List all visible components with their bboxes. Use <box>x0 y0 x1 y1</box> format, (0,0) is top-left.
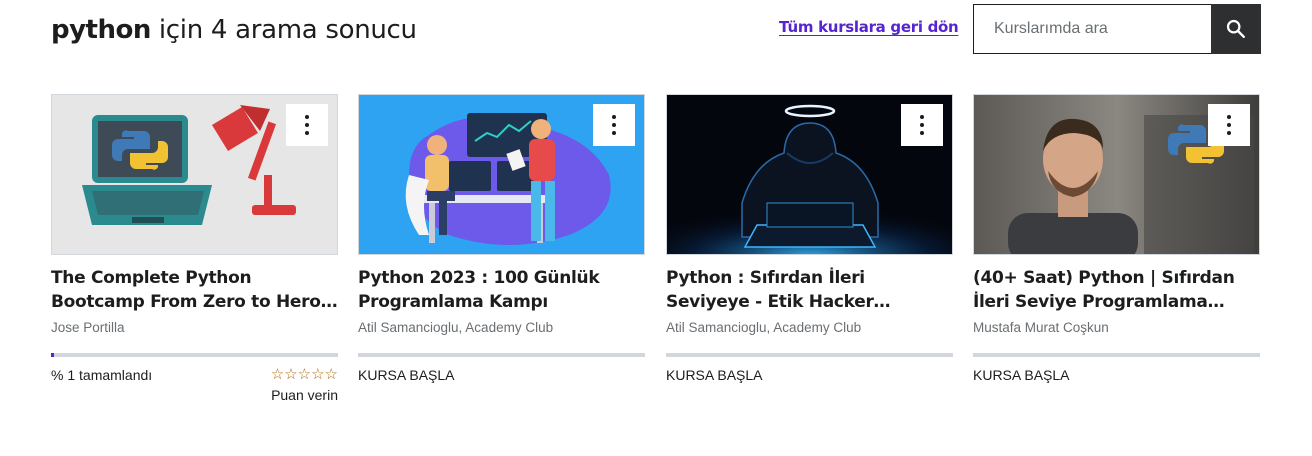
course-title[interactable]: (40+ Saat) Python | Sıfırdan İleri Seviy… <box>973 266 1260 314</box>
search-query: python <box>51 15 151 45</box>
results-heading: python için 4 arama sonucu <box>51 12 417 48</box>
course-card[interactable]: (40+ Saat) Python | Sıfırdan İleri Seviy… <box>973 94 1260 383</box>
start-course-link[interactable]: KURSA BAŞLA <box>973 367 1070 383</box>
course-title[interactable]: Python 2023 : 100 Günlük Programlama Kam… <box>358 266 645 314</box>
course-card[interactable]: Python 2023 : 100 Günlük Programlama Kam… <box>358 94 645 383</box>
kebab-dot <box>612 115 616 119</box>
search-button[interactable] <box>1211 4 1261 54</box>
start-course-link[interactable]: KURSA BAŞLA <box>358 367 455 383</box>
search-icon <box>1226 19 1245 38</box>
course-card[interactable]: Python : Sıfırdan İleri Seviyeye - Etik … <box>666 94 953 383</box>
kebab-dot <box>920 131 924 135</box>
kebab-dot <box>305 131 309 135</box>
kebab-dot <box>612 131 616 135</box>
course-options-button[interactable] <box>286 104 328 146</box>
course-author: Atil Samancioglu, Academy Club <box>666 320 862 335</box>
kebab-dot <box>920 115 924 119</box>
kebab-dot <box>920 123 924 127</box>
course-progress-text: % 1 tamamlandı <box>51 367 153 383</box>
course-options-button[interactable] <box>901 104 943 146</box>
star-rating-icon[interactable]: ☆☆☆☆☆ <box>271 367 338 383</box>
course-title[interactable]: Python : Sıfırdan İleri Seviyeye - Etik … <box>666 266 953 314</box>
course-thumbnail[interactable] <box>51 94 338 255</box>
kebab-dot <box>305 115 309 119</box>
search-input[interactable] <box>973 4 1211 54</box>
kebab-dot <box>612 123 616 127</box>
course-card[interactable]: The Complete Python Bootcamp From Zero t… <box>51 94 338 403</box>
results-count-text: için 4 arama sonucu <box>158 15 417 45</box>
kebab-dot <box>1227 131 1231 135</box>
start-course-link[interactable]: KURSA BAŞLA <box>666 367 763 383</box>
course-progress-bar <box>358 353 645 357</box>
course-options-button[interactable] <box>593 104 635 146</box>
course-progress-bar <box>666 353 953 357</box>
course-progress-fill <box>51 353 55 357</box>
course-thumbnail[interactable] <box>973 94 1260 255</box>
course-title[interactable]: The Complete Python Bootcamp From Zero t… <box>51 266 338 314</box>
course-progress-bar <box>973 353 1260 357</box>
rate-course-link[interactable]: Puan verin <box>271 387 338 403</box>
search-bar <box>973 4 1261 54</box>
course-options-button[interactable] <box>1208 104 1250 146</box>
course-thumbnail[interactable] <box>358 94 645 255</box>
course-rating[interactable]: ☆☆☆☆☆ Puan verin <box>271 367 338 404</box>
course-thumbnail[interactable] <box>666 94 953 255</box>
kebab-dot <box>305 123 309 127</box>
course-progress-bar <box>51 353 338 357</box>
kebab-dot <box>1227 115 1231 119</box>
course-author: Mustafa Murat Coşkun <box>973 320 1109 335</box>
back-to-all-courses-link[interactable]: Tüm kurslara geri dön <box>779 18 959 36</box>
kebab-dot <box>1227 123 1231 127</box>
course-author: Jose Portilla <box>51 320 125 335</box>
course-author: Atil Samancioglu, Academy Club <box>358 320 554 335</box>
